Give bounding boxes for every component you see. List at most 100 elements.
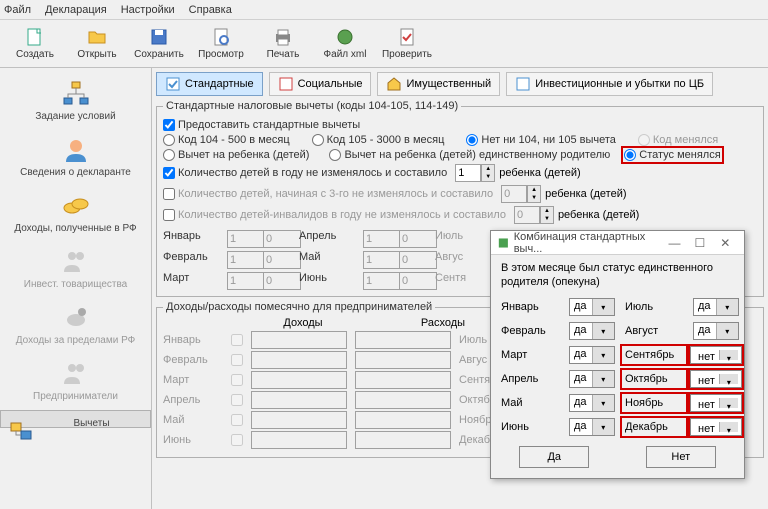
chevron-down-icon[interactable]: ▾ (719, 422, 738, 432)
radio-no104-105[interactable]: Нет ни 104, ни 105 вычета (466, 134, 615, 146)
spinner-children[interactable]: ▲▼ (455, 164, 495, 182)
select-mar[interactable]: да▾ (569, 346, 615, 364)
save-button[interactable]: Сохранить (128, 22, 190, 66)
menu-settings[interactable]: Настройки (121, 4, 175, 16)
label-apr: Апрель (299, 230, 357, 248)
spinner-children3[interactable]: ▲▼ (501, 185, 541, 203)
expense-apr (355, 391, 451, 409)
dlg-label-apr: Апрель (501, 373, 559, 385)
chevron-down-icon[interactable]: ▾ (719, 398, 738, 408)
input-feb-b[interactable] (263, 251, 301, 269)
label-mar: Март (163, 272, 221, 290)
menu-help[interactable]: Справка (189, 4, 232, 16)
tab-invest-cb[interactable]: Инвестиционные и убытки по ЦБ (506, 72, 713, 96)
checkbox-provide[interactable]: Предоставить стандартные вычеты (163, 119, 360, 131)
sidebar-item-income-rf[interactable]: Доходы, полученные в РФ (0, 186, 151, 242)
chevron-down-icon[interactable]: ▾ (592, 299, 615, 315)
sidebar-item-task[interactable]: Задание условий (0, 74, 151, 130)
sidebar-item-income-abroad[interactable]: Доходы за пределами РФ (0, 298, 151, 354)
print-button[interactable]: Печать (252, 22, 314, 66)
menu-declaration[interactable]: Декларация (45, 4, 107, 16)
chevron-down-icon[interactable]: ▾ (592, 395, 615, 411)
select-dec[interactable]: нет▾ (690, 418, 742, 436)
input-jan-b[interactable] (263, 230, 301, 248)
input-feb-a[interactable] (227, 251, 265, 269)
dlg-label-may: Май (501, 397, 559, 409)
dlg-label-nov: Ноябрь (622, 394, 686, 412)
radio-child-deduction[interactable]: Вычет на ребенка (детей) (163, 149, 309, 161)
chevron-down-icon[interactable]: ▾ (592, 323, 615, 339)
chevron-down-icon[interactable]: ▾ (716, 323, 739, 339)
input-mar-b[interactable] (263, 272, 301, 290)
checkbox-disabled-children[interactable]: Количество детей-инвалидов в году не изм… (163, 209, 506, 221)
sidebar-item-declarant[interactable]: Сведения о декларанте (0, 130, 151, 186)
dlg-label-feb: Февраль (501, 325, 559, 337)
filexml-button[interactable]: Файл xml (314, 22, 376, 66)
input-jan-a[interactable] (227, 230, 265, 248)
check-button[interactable]: Проверить (376, 22, 438, 66)
maximize-button[interactable]: ☐ (687, 236, 712, 250)
label-feb: Февраль (163, 251, 221, 269)
checkbox-children-from3[interactable]: Количество детей, начиная с 3-го не изме… (163, 188, 493, 200)
select-oct[interactable]: нет▾ (690, 370, 742, 388)
dlg-label-jul: Июль (625, 301, 683, 313)
select-jul[interactable]: да▾ (693, 298, 739, 316)
col-income: Доходы (233, 317, 373, 329)
minimize-button[interactable]: — (662, 236, 687, 250)
select-sep[interactable]: нет▾ (690, 346, 742, 364)
select-may[interactable]: да▾ (569, 394, 615, 412)
input-apr-b[interactable] (399, 230, 437, 248)
dlg-label-jan: Январь (501, 301, 559, 313)
sidebar-item-deductions[interactable]: Вычеты (0, 410, 151, 428)
label-jun: Июнь (299, 272, 357, 290)
dialog-title-text: Комбинация стандартных выч... (514, 231, 662, 255)
chevron-down-icon[interactable]: ▾ (592, 419, 615, 435)
spinner-updown-icon[interactable]: ▲▼ (540, 206, 554, 224)
preview-button[interactable]: Просмотр (190, 22, 252, 66)
radio-code104[interactable]: Код 104 - 500 в месяц (163, 134, 290, 146)
input-mar-a[interactable] (227, 272, 265, 290)
tab-property[interactable]: Имущественный (377, 72, 500, 96)
dialog-titlebar[interactable]: Комбинация стандартных выч... — ☐ ✕ (491, 231, 744, 255)
expense-jan (355, 331, 451, 349)
dialog-yes-button[interactable]: Да (519, 446, 589, 468)
input-may-b[interactable] (399, 251, 437, 269)
select-aug[interactable]: да▾ (693, 322, 739, 340)
select-nov[interactable]: нет▾ (690, 394, 742, 412)
create-button[interactable]: Создать (4, 22, 66, 66)
dialog-no-button[interactable]: Нет (646, 446, 716, 468)
select-apr[interactable]: да▾ (569, 370, 615, 388)
toolbar: Создать Открыть Сохранить Просмотр Печат… (0, 20, 768, 68)
close-button[interactable]: ✕ (713, 236, 738, 250)
select-jun[interactable]: да▾ (569, 418, 615, 436)
tab-social[interactable]: Социальные (269, 72, 372, 96)
chevron-down-icon[interactable]: ▾ (719, 374, 738, 384)
spinner-updown-icon[interactable]: ▲▼ (527, 185, 541, 203)
radio-code105[interactable]: Код 105 - 3000 в месяц (312, 134, 445, 146)
radio-single-parent[interactable]: Вычет на ребенка (детей) единственному р… (329, 149, 610, 161)
spinner-updown-icon[interactable]: ▲▼ (481, 164, 495, 182)
menu-file[interactable]: Файл (4, 4, 31, 16)
checkbox-children-count[interactable]: Количество детей в году не изменялось и … (163, 167, 447, 179)
chevron-down-icon[interactable]: ▾ (716, 299, 739, 315)
select-jan[interactable]: да▾ (569, 298, 615, 316)
income-jun (251, 431, 347, 449)
label-aug-trunc: Авгус (435, 251, 485, 269)
select-feb[interactable]: да▾ (569, 322, 615, 340)
input-jun-a[interactable] (363, 272, 401, 290)
label-suffix: ребенка (детей) (499, 167, 580, 179)
chk-feb (231, 354, 243, 366)
radio-status-changed[interactable]: Статус менялся (624, 149, 720, 161)
input-may-a[interactable] (363, 251, 401, 269)
chevron-down-icon[interactable]: ▾ (592, 347, 615, 363)
input-jun-b[interactable] (399, 272, 437, 290)
chevron-down-icon[interactable]: ▾ (592, 371, 615, 387)
menu-bar: Файл Декларация Настройки Справка (0, 0, 768, 20)
spinner-disabled[interactable]: ▲▼ (514, 206, 554, 224)
open-button[interactable]: Открыть (66, 22, 128, 66)
sidebar-item-invest[interactable]: Инвест. товарищества (0, 242, 151, 298)
tab-standard[interactable]: Стандартные (156, 72, 263, 96)
chevron-down-icon[interactable]: ▾ (719, 350, 738, 360)
sidebar-item-entrepr[interactable]: Предприниматели (0, 354, 151, 410)
input-apr-a[interactable] (363, 230, 401, 248)
